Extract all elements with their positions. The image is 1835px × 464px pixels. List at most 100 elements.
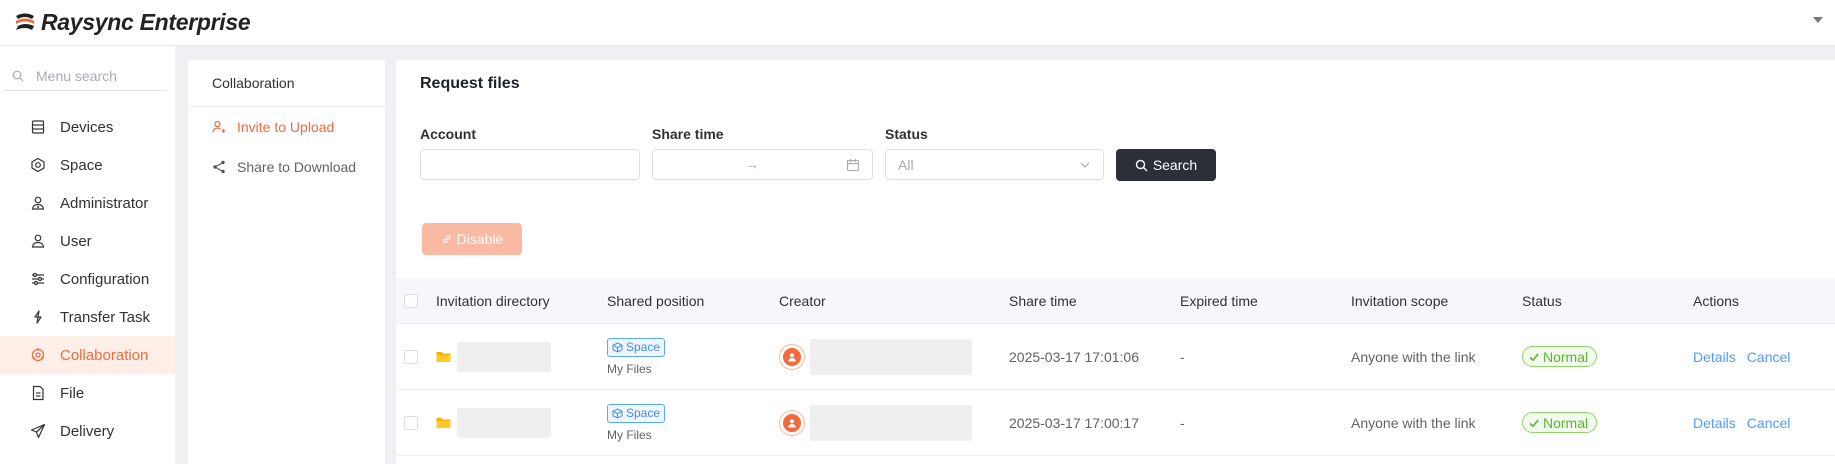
subnav-item-invite-to-upload[interactable]: Invite to Upload xyxy=(188,107,385,147)
cancel-link[interactable]: Cancel xyxy=(1747,415,1791,431)
invite-user-icon xyxy=(212,120,226,133)
actions-cell: Details Cancel xyxy=(1693,324,1801,389)
column-header: Actions xyxy=(1693,292,1739,309)
share-icon xyxy=(213,160,225,174)
search-button[interactable]: Search xyxy=(1116,149,1216,181)
column-header: Invitation scope xyxy=(1351,292,1449,309)
subnav-item-share-to-download[interactable]: Share to Download xyxy=(188,147,385,187)
status-cell: Normal xyxy=(1522,324,1598,389)
share-time-cell: 2025-03-17 17:01:06 xyxy=(1009,348,1139,365)
row-checkbox[interactable] xyxy=(404,415,418,430)
share-time-range-picker[interactable]: → xyxy=(652,149,873,180)
user-avatar-icon xyxy=(788,418,796,427)
space-icon xyxy=(31,157,45,173)
menu-search xyxy=(4,61,167,91)
sidebar-item-devices[interactable]: Devices xyxy=(0,108,175,146)
page-title: Request files xyxy=(420,75,520,92)
creator-cell xyxy=(779,390,972,455)
account-field xyxy=(420,149,640,180)
column-header: Status xyxy=(1522,292,1562,309)
subpanel-title: Collaboration xyxy=(188,60,385,107)
redacted-creator-name xyxy=(810,404,972,441)
search-button-label: Search xyxy=(1152,157,1198,173)
user-avatar-icon xyxy=(788,352,796,361)
space-tag-label: Space xyxy=(626,340,661,354)
sidebar-item-space[interactable]: Space xyxy=(0,146,175,184)
sidebar-item-user[interactable]: User xyxy=(0,222,175,260)
status-select[interactable]: All xyxy=(885,149,1104,180)
details-link[interactable]: Details xyxy=(1693,349,1736,365)
creator-cell xyxy=(779,324,972,389)
table-header: Invitation directory Shared position Cre… xyxy=(396,278,1835,324)
sidebar: Devices Space Administrator User Configu… xyxy=(0,46,175,464)
administrator-icon xyxy=(31,196,45,210)
status-cell: Normal xyxy=(1522,390,1598,455)
invitation-scope-cell: Anyone with the link xyxy=(1351,348,1476,365)
column-header: Shared position xyxy=(607,292,705,309)
table-row: Space My Files 2025-03-17 17:01:06 - Any… xyxy=(396,324,1835,390)
shared-position-cell: Space My Files xyxy=(607,324,666,389)
sidebar-item-label: Collaboration xyxy=(60,346,149,364)
sidebar-item-administrator[interactable]: Administrator xyxy=(0,184,175,222)
account-label: Account xyxy=(420,126,476,142)
main-content: Request files Account Share time → Statu… xyxy=(396,60,1835,464)
row-select-cell xyxy=(404,324,418,389)
shared-position-path: My Files xyxy=(607,361,652,376)
sidebar-item-label: Devices xyxy=(60,118,114,136)
range-separator: → xyxy=(745,156,759,172)
sidebar-item-label: File xyxy=(60,384,85,402)
user-menu-chevron-down-icon[interactable] xyxy=(1813,17,1823,23)
menu-search-input[interactable] xyxy=(36,67,156,84)
sidebar-item-label: Space xyxy=(60,156,103,174)
expired-time-cell: - xyxy=(1180,348,1185,365)
sidebar-item-file[interactable]: File xyxy=(0,374,175,412)
select-all-cell xyxy=(404,278,418,323)
space-tag-label: Space xyxy=(626,406,661,420)
cube-icon xyxy=(612,407,623,419)
directory-cell xyxy=(436,390,551,455)
sidebar-item-delivery[interactable]: Delivery xyxy=(0,412,175,450)
top-header: Raysync Enterprise xyxy=(0,0,1835,46)
details-link[interactable]: Details xyxy=(1693,415,1736,431)
collaboration-icon xyxy=(31,348,45,362)
row-checkbox[interactable] xyxy=(404,349,418,364)
select-all-checkbox[interactable] xyxy=(404,293,418,308)
avatar xyxy=(779,343,805,370)
raysync-logo-icon xyxy=(16,13,34,30)
avatar xyxy=(779,409,805,436)
share-time-cell: 2025-03-17 17:00:17 xyxy=(1009,414,1139,431)
expired-time-cell: - xyxy=(1180,414,1185,431)
check-icon xyxy=(1529,418,1539,427)
invitation-scope-cell: Anyone with the link xyxy=(1351,414,1476,431)
column-header: Creator xyxy=(779,292,826,309)
status-select-value: All xyxy=(898,157,914,173)
sidebar-item-configuration[interactable]: Configuration xyxy=(0,260,175,298)
cancel-link[interactable]: Cancel xyxy=(1747,349,1791,365)
sidebar-nav: Devices Space Administrator User Configu… xyxy=(0,108,175,450)
sidebar-item-collaboration[interactable]: Collaboration xyxy=(0,336,175,374)
sidebar-item-transfer-task[interactable]: Transfer Task xyxy=(0,298,175,336)
redacted-directory-name xyxy=(457,341,551,372)
table-row: Space My Files 2025-03-17 17:00:17 - Any… xyxy=(396,390,1835,456)
share-time-label: Share time xyxy=(652,126,724,142)
collaboration-subpanel: Collaboration Invite to Upload Share to … xyxy=(188,60,385,464)
disable-button[interactable]: Disable xyxy=(422,223,522,255)
sidebar-item-label: Administrator xyxy=(60,194,149,212)
link-icon xyxy=(442,235,451,243)
status-badge: Normal xyxy=(1522,412,1598,433)
disable-button-label: Disable xyxy=(456,231,504,247)
app-logo[interactable]: Raysync Enterprise xyxy=(14,9,251,36)
column-header: Expired time xyxy=(1180,292,1258,309)
transfer-task-icon xyxy=(34,310,42,324)
user-icon xyxy=(31,234,45,248)
status-badge-label: Normal xyxy=(1543,414,1589,431)
column-header: Share time xyxy=(1009,292,1077,309)
redacted-creator-name xyxy=(810,338,972,375)
invitations-table: Invitation directory Shared position Cre… xyxy=(396,278,1835,456)
search-icon xyxy=(1135,159,1148,171)
sidebar-item-label: Configuration xyxy=(60,270,150,288)
sidebar-item-label: Transfer Task xyxy=(60,308,151,326)
folder-icon xyxy=(436,418,451,428)
subnav-item-label: Share to Download xyxy=(237,159,357,175)
account-input[interactable] xyxy=(421,150,639,179)
